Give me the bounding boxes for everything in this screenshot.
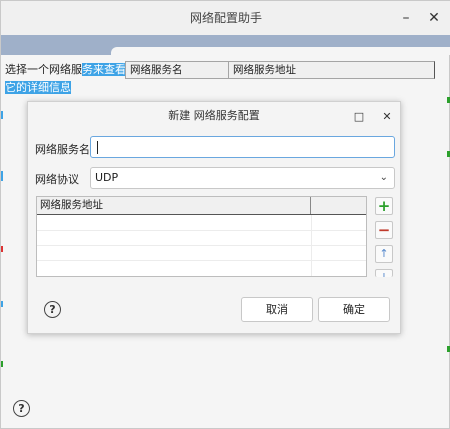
ok-button[interactable]: 确定 — [318, 297, 390, 322]
window-title: 网络配置助手 — [189, 11, 262, 25]
close-button[interactable]: ✕ — [421, 5, 447, 31]
dialog-title: 新建 网络服务配置 — [168, 109, 260, 122]
service-name-input[interactable] — [90, 136, 395, 158]
edge-mark — [1, 246, 3, 252]
address-table[interactable]: 网络服务地址 — [36, 196, 367, 277]
move-down-button[interactable]: ↓ — [375, 269, 393, 277]
help-icon[interactable]: ? — [44, 301, 61, 318]
service-name-label: 网络服务名 — [35, 143, 90, 156]
protocol-label: 网络协议 — [35, 173, 79, 186]
text-caret — [97, 141, 98, 154]
chevron-down-icon: ⌄ — [379, 172, 388, 183]
intro-text-plain: 选择一个网络服 — [5, 63, 82, 76]
help-icon[interactable]: ? — [13, 400, 30, 417]
table-column-divider — [311, 215, 312, 276]
cancel-button[interactable]: 取消 — [241, 297, 313, 322]
edge-mark — [1, 301, 3, 307]
service-table-header: 网络服务名 网络服务地址 — [125, 61, 435, 79]
edge-mark — [1, 171, 3, 181]
table-row[interactable] — [37, 260, 366, 261]
protocol-select[interactable]: UDP ⌄ — [90, 167, 395, 189]
main-titlebar: 网络配置助手 – ✕ — [1, 1, 450, 35]
edge-mark — [1, 111, 3, 119]
minimize-button[interactable]: – — [393, 5, 419, 31]
address-table-header: 网络服务地址 — [37, 197, 366, 215]
intro-text-line2: 它的详细信息 — [5, 80, 71, 96]
column-header-service-name[interactable]: 网络服务名 — [126, 62, 229, 78]
table-row[interactable] — [37, 245, 366, 246]
table-row[interactable] — [37, 230, 366, 231]
protocol-selected-value: UDP — [95, 171, 119, 184]
intro-text-line1: 选择一个网络服务来查看 — [5, 62, 126, 78]
column-header-service-address[interactable]: 网络服务地址 — [229, 62, 434, 78]
edge-mark — [1, 361, 3, 367]
dialog-maximize-button[interactable]: □ — [346, 104, 372, 130]
remove-address-button[interactable]: − — [375, 221, 393, 239]
intro-text-selected: 务来查看 — [82, 63, 126, 76]
add-address-button[interactable]: + — [375, 197, 393, 215]
column-header-address[interactable]: 网络服务地址 — [37, 197, 311, 214]
intro-text-selected-2: 它的详细信息 — [5, 81, 71, 94]
move-up-button[interactable]: ↑ — [375, 245, 393, 263]
dialog-close-button[interactable]: ✕ — [374, 104, 400, 130]
banner-curve — [111, 47, 450, 55]
new-service-dialog: 新建 网络服务配置 □ ✕ 网络服务名 网络协议 UDP ⌄ 网络服务地址 + … — [27, 101, 401, 334]
